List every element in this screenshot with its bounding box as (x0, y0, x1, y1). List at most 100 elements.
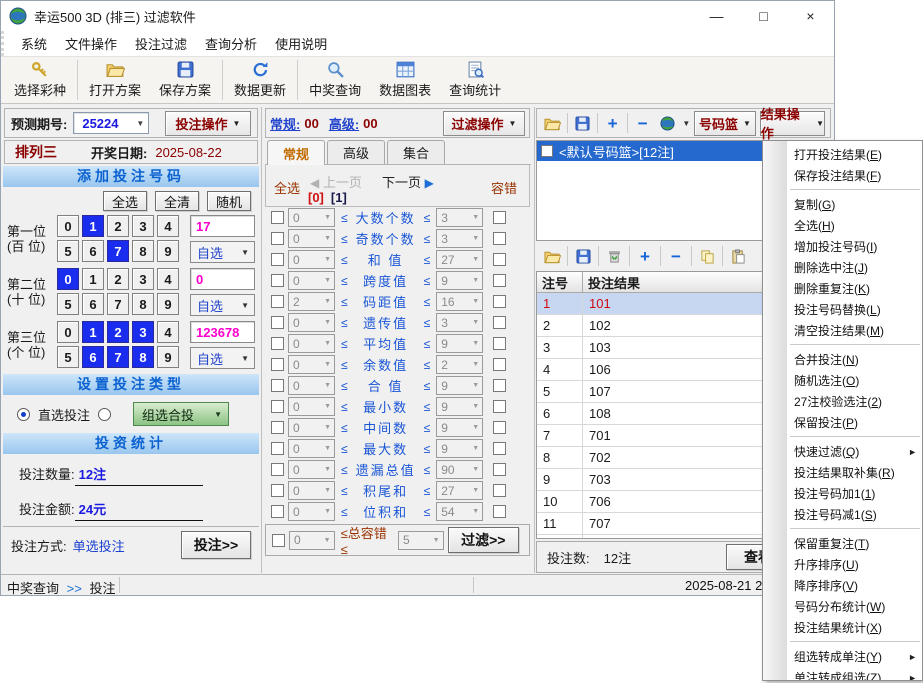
bet-button[interactable]: 投注>> (181, 531, 251, 559)
digit-button[interactable]: 6 (82, 240, 104, 262)
save-result-button[interactable] (572, 246, 594, 266)
filter-max-select[interactable]: 9 ▼ (436, 418, 483, 437)
context-menu-item[interactable]: 清空投注结果(M) ► (763, 320, 922, 341)
digit-button[interactable]: 2 (107, 215, 129, 237)
filter-left-checkbox[interactable] (271, 400, 284, 413)
filter-left-checkbox[interactable] (271, 337, 284, 350)
basket-button[interactable]: 号码篮 ▼ (694, 111, 755, 136)
digit-button[interactable]: 5 (57, 346, 79, 368)
filter-left-checkbox[interactable] (271, 232, 284, 245)
menubar-item[interactable]: 系统 (12, 34, 56, 53)
menubar-item[interactable]: 文件操作 (56, 34, 126, 53)
filter-tab[interactable]: 高级 (327, 140, 385, 164)
context-menu-item[interactable]: 全选(H) ► (763, 215, 922, 236)
filter-left-checkbox[interactable] (271, 295, 284, 308)
context-menu-item[interactable]: 保存投注结果(F) ► (763, 165, 922, 186)
digit-input[interactable]: 17 (190, 215, 255, 237)
direct-bet-radio[interactable] (17, 408, 30, 421)
filter-right-checkbox[interactable] (493, 421, 506, 434)
filter-right-checkbox[interactable] (493, 295, 506, 308)
digit-button[interactable]: 4 (157, 268, 179, 290)
filter-right-checkbox[interactable] (493, 274, 506, 287)
digit-button[interactable]: 3 (132, 268, 154, 290)
context-menu-item[interactable]: 保留投注(P) ► (763, 412, 922, 433)
filter-left-checkbox[interactable] (271, 358, 284, 371)
filter-left-checkbox[interactable] (271, 316, 284, 329)
filter-max-select[interactable]: 9 ▼ (436, 397, 483, 416)
context-menu-item[interactable]: 投注结果取补集(R) ► (763, 462, 922, 483)
filter-right-checkbox[interactable] (493, 379, 506, 392)
total-tolerance-checkbox[interactable] (272, 534, 285, 547)
total-min-select[interactable]: 0 ▼ (289, 531, 335, 550)
copy-button[interactable] (696, 246, 718, 266)
choose-lottery-button[interactable]: 选择彩种 (5, 58, 75, 102)
filter-max-select[interactable]: 54 ▼ (436, 502, 483, 521)
filter-left-checkbox[interactable] (271, 463, 284, 476)
filter-min-select[interactable]: 0 ▼ (288, 502, 335, 521)
filter-max-select[interactable]: 3 ▼ (436, 229, 483, 248)
open-plan-button[interactable]: 打开方案 (80, 58, 150, 102)
group-bet-radio[interactable] (98, 408, 111, 421)
filter-right-checkbox[interactable] (493, 232, 506, 245)
filter-min-select[interactable]: 0 ▼ (288, 439, 335, 458)
save-plan-button[interactable]: 保存方案 (150, 58, 220, 102)
context-menu-item[interactable]: 升序排序(U) ► (763, 554, 922, 575)
add-row-button[interactable]: + (634, 246, 656, 266)
filter-min-select[interactable]: 0 ▼ (288, 355, 335, 374)
menubar-item[interactable]: 查询分析 (196, 34, 266, 53)
context-menu-item[interactable]: 投注号码加1(1) ► (763, 483, 922, 504)
context-menu-item[interactable]: 复制(G) ► (763, 194, 922, 215)
filter-tab[interactable]: 常规 (267, 140, 325, 165)
next-page-link[interactable]: 下一页 ▶ (382, 172, 434, 191)
digit-button[interactable]: 8 (132, 293, 154, 315)
digit-button[interactable]: 1 (82, 215, 104, 237)
save-basket-button[interactable] (572, 113, 593, 133)
filter-tab[interactable]: 集合 (387, 140, 445, 164)
context-menu-item[interactable]: 快速过滤(Q) ► (763, 441, 922, 462)
digit-button[interactable]: 2 (107, 268, 129, 290)
regular-count-link[interactable]: 常规: (270, 114, 300, 133)
query-stats-button[interactable]: 查询统计 (440, 58, 510, 102)
filter-right-checkbox[interactable] (493, 442, 506, 455)
filter-right-checkbox[interactable] (493, 358, 506, 371)
digit-button[interactable]: 8 (132, 240, 154, 262)
digit-button[interactable]: 5 (57, 293, 79, 315)
filter-min-select[interactable]: 0 ▼ (288, 271, 335, 290)
random-button[interactable]: 随机 (207, 191, 251, 211)
digit-button[interactable]: 3 (132, 215, 154, 237)
filter-right-checkbox[interactable] (493, 463, 506, 476)
context-menu-item[interactable]: 单注转成组选(Z) ► (763, 667, 922, 681)
total-max-select[interactable]: 5 ▼ (398, 531, 444, 550)
filter-min-select[interactable]: 2 ▼ (288, 292, 335, 311)
digit-button[interactable]: 9 (157, 240, 179, 262)
digit-button[interactable]: 5 (57, 240, 79, 262)
close-button[interactable]: × (787, 1, 834, 31)
digit-mode-select[interactable]: 自选 ▼ (190, 347, 255, 369)
context-menu-item[interactable]: 组选转成单注(Y) ► (763, 646, 922, 667)
advanced-count-link[interactable]: 高级: (329, 114, 359, 133)
filter-max-select[interactable]: 2 ▼ (436, 355, 483, 374)
filter-min-select[interactable]: 0 ▼ (288, 397, 335, 416)
digit-button[interactable]: 9 (157, 293, 179, 315)
add-basket-button[interactable]: + (602, 113, 623, 133)
filter-max-select[interactable]: 9 ▼ (436, 334, 483, 353)
filter-min-select[interactable]: 0 ▼ (288, 481, 335, 500)
filter-max-select[interactable]: 3 ▼ (436, 313, 483, 332)
column-header-no[interactable]: 注号 (537, 272, 583, 293)
filter-left-checkbox[interactable] (271, 253, 284, 266)
recycle-button[interactable] (603, 246, 625, 266)
filter-max-select[interactable]: 90 ▼ (436, 460, 483, 479)
filter-right-checkbox[interactable] (493, 484, 506, 497)
digit-button[interactable]: 4 (157, 321, 179, 343)
filter-right-checkbox[interactable] (493, 505, 506, 518)
data-update-button[interactable]: 数据更新 (225, 58, 295, 102)
filter-ops-button[interactable]: 过滤操作 ▼ (443, 111, 525, 136)
clear-all-button[interactable]: 全清 (155, 191, 199, 211)
context-menu-item[interactable]: 保留重复注(T) ► (763, 533, 922, 554)
web-button[interactable] (657, 113, 678, 133)
filter-left-checkbox[interactable] (271, 442, 284, 455)
open-result-button[interactable] (541, 246, 563, 266)
digit-button[interactable]: 7 (107, 240, 129, 262)
filter-max-select[interactable]: 27 ▼ (436, 481, 483, 500)
remove-row-button[interactable]: − (665, 246, 687, 266)
